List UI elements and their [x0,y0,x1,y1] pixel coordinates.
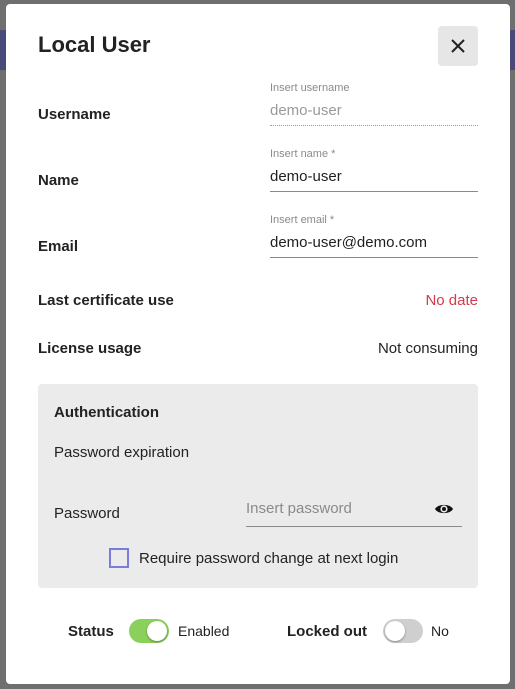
license-usage-label: License usage [38,340,142,357]
close-icon [451,39,465,53]
status-label: Status [68,623,114,640]
status-value: Enabled [178,623,230,639]
local-user-modal: Local User Username Insert username demo… [6,4,510,684]
require-password-change-checkbox[interactable] [109,548,129,568]
locked-out-value: No [431,623,449,639]
name-field[interactable]: demo-user [270,168,478,192]
name-label: Name [38,172,79,189]
authentication-title: Authentication [54,404,159,421]
password-input[interactable]: Insert password [246,500,462,527]
email-label: Email [38,238,79,255]
modal-title: Local User [38,32,151,57]
name-hint: Insert name * [270,148,336,160]
close-button[interactable] [438,26,478,66]
username-field: demo-user [270,102,478,126]
last-cert-label: Last certificate use [38,292,174,309]
locked-out-toggle[interactable] [383,619,423,643]
authentication-panel: Authentication Password expiration Passw… [38,384,478,588]
email-hint: Insert email * [270,214,335,226]
locked-out-toggle-knob [385,621,405,641]
username-hint: Insert username [270,82,350,94]
locked-out-label: Locked out [287,623,368,640]
last-cert-value: No date [425,292,478,309]
status-toggle-knob [147,621,167,641]
license-usage-value: Not consuming [377,340,478,357]
password-expiration-label: Password expiration [54,444,190,461]
username-label: Username [38,106,111,123]
require-password-change-row: Require password change at next login [109,548,398,568]
show-password-button[interactable] [434,502,454,521]
password-label: Password [54,505,120,522]
require-password-change-label: Require password change at next login [139,549,399,567]
status-toggle[interactable] [129,619,169,643]
eye-icon [435,504,453,514]
email-field[interactable]: demo-user@demo.com [270,234,478,258]
